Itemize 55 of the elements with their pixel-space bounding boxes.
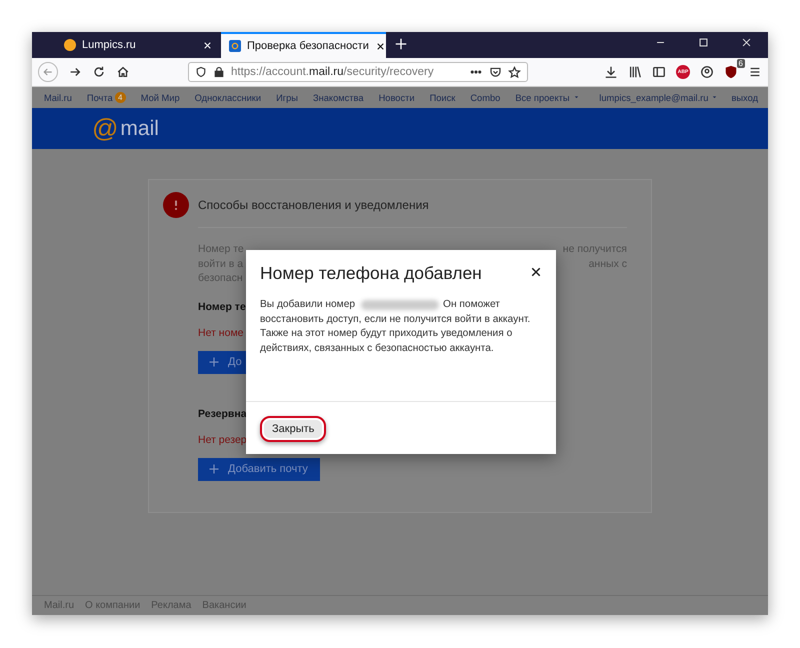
nav-link[interactable]: Поиск [430, 92, 456, 102]
site-icon [64, 39, 76, 51]
nav-link[interactable]: Знакомства [313, 92, 364, 102]
sidebar-icon[interactable] [652, 65, 666, 79]
dialog-text: Он поможет [443, 298, 500, 312]
browser-tab[interactable]: Lumpics.ru [56, 32, 221, 58]
add-button[interactable]: Добавить почту [198, 458, 320, 480]
section-heading: Резервна [198, 408, 247, 420]
ublock-shield-icon[interactable] [724, 65, 738, 79]
address-bar[interactable]: https://account.mail.ru/security/recovery [188, 62, 528, 82]
count-badge: 4 [114, 92, 126, 103]
menu-icon[interactable] [748, 65, 762, 79]
close-icon[interactable] [202, 40, 213, 50]
dialog-title: Номер телефона добавлен [260, 263, 482, 284]
site-icon [229, 40, 241, 52]
library-icon[interactable] [628, 65, 642, 79]
nav-link[interactable]: Одноклассники [194, 92, 262, 102]
nav-link[interactable]: Мой Мир [140, 92, 180, 102]
account-icon[interactable] [700, 65, 714, 79]
close-icon[interactable] [374, 40, 386, 52]
home-icon[interactable] [116, 65, 130, 79]
back-arrow-icon [42, 66, 54, 78]
url-text: https://account.mail.ru/security/recovery [231, 66, 435, 78]
lock-icon [213, 66, 225, 78]
new-tab-icon[interactable] [394, 37, 408, 51]
card-title: Способы восстановления и уведомления [198, 198, 429, 212]
nav-link[interactable]: Игры [276, 92, 298, 102]
download-icon[interactable] [604, 65, 618, 79]
star-icon[interactable] [508, 66, 521, 78]
logout-link[interactable]: выход [731, 92, 758, 102]
logo-symbol: @ [92, 113, 118, 144]
plus-icon [208, 463, 220, 475]
logo-text: mail [120, 116, 159, 140]
shield-icon [195, 66, 207, 78]
browser-tab[interactable]: Проверка безопасности [221, 32, 386, 58]
pocket-icon[interactable] [489, 66, 502, 78]
nav-link[interactable]: Почта [86, 92, 113, 102]
dialog-text: Вы добавили номер [260, 298, 356, 312]
user-email[interactable]: lumpics_example@mail.ru [599, 92, 708, 102]
status-text: Нет резер [198, 434, 247, 446]
dialog-text: восстановить доступ, если не получится войти в аккаунт. Также на этот номер будут приходить уведомления о действиях, связанных с безопасностью аккаунта. [260, 312, 532, 356]
count-badge: 6 [736, 59, 745, 68]
back-button[interactable] [38, 62, 58, 82]
nav-link[interactable]: Mail.ru [44, 92, 72, 102]
nav-link[interactable]: Combo [470, 92, 500, 102]
forward-icon[interactable] [68, 65, 82, 79]
nav-link[interactable]: Все проекты [515, 92, 570, 102]
section-heading: Номер те [198, 300, 246, 312]
close-icon[interactable] [530, 266, 542, 278]
status-text: Нет номе [198, 326, 244, 338]
nav-link[interactable]: Новости [378, 92, 415, 102]
maximize-icon[interactable] [698, 37, 709, 48]
close-button[interactable]: Закрыть [260, 416, 326, 442]
plus-icon [208, 356, 220, 368]
reload-icon[interactable] [92, 65, 106, 79]
